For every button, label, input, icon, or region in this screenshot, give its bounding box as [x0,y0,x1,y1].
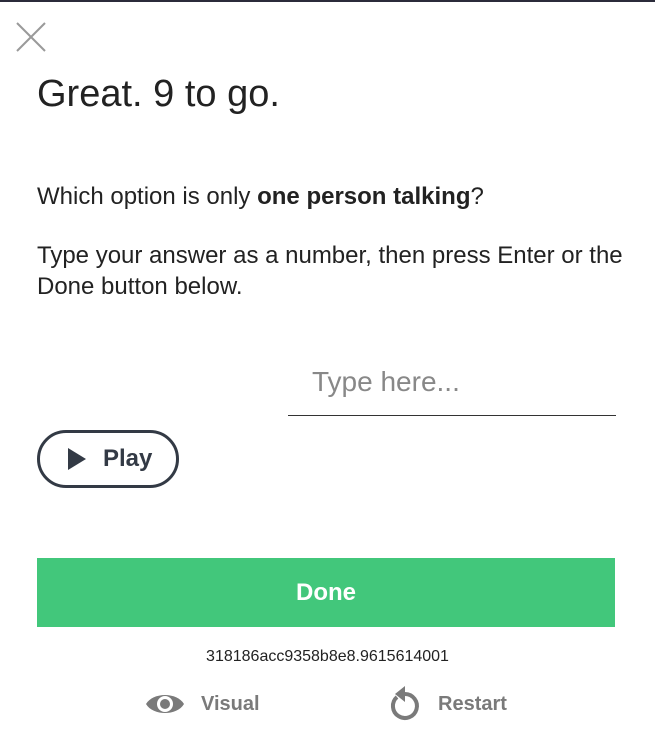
restart-button[interactable]: Restart [386,684,507,724]
restart-icon [390,686,419,720]
top-strip [0,0,655,2]
play-label: Play [103,445,153,472]
instruction-text: Type your answer as a number, then press… [37,242,623,300]
question-prefix: Which option is only [37,183,258,210]
question-text: Which option is only one person talking? [37,182,484,212]
restart-label: Restart [438,692,507,715]
eye-icon [146,695,184,713]
close-icon [16,22,46,52]
visual-button[interactable]: Visual [145,684,260,724]
question-suffix: ? [470,183,484,210]
session-id: 318186acc9358b8e8.9615614001 [206,648,449,665]
page-title: Great. 9 to go. [37,73,280,115]
done-button[interactable]: Done [37,558,615,627]
question-emphasis: one person talking [257,183,471,210]
play-icon [68,448,86,470]
close-button[interactable] [14,20,48,54]
play-button[interactable]: Play [37,430,179,488]
visual-label: Visual [201,692,260,715]
answer-input[interactable] [288,348,616,416]
